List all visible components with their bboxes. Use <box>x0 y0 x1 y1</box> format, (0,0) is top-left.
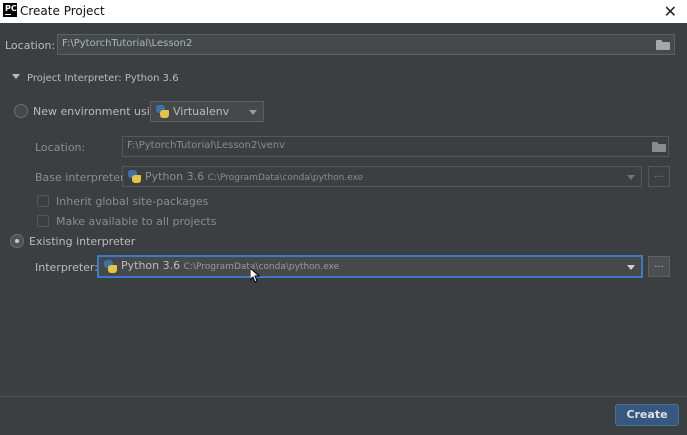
make-available-label[interactable]: Make available to all projects <box>56 215 216 228</box>
new-environment-radio[interactable] <box>14 104 28 118</box>
folder-icon[interactable] <box>652 142 666 152</box>
folder-icon[interactable] <box>656 40 670 50</box>
window-title: Create Project <box>20 4 105 18</box>
footer-divider <box>0 396 687 397</box>
venv-location-input[interactable]: F:\PytorchTutorial\Lesson2\venv <box>122 136 669 157</box>
environment-tool-select[interactable]: Virtualenv <box>150 101 264 122</box>
base-interpreter-label: Base interpreter: <box>35 171 129 184</box>
base-interpreter-name: Python 3.6 <box>145 170 205 183</box>
python-icon <box>128 170 141 183</box>
location-input[interactable]: F:\PytorchTutorial\Lesson2 <box>57 34 675 55</box>
new-environment-label[interactable]: New environment using <box>33 105 164 118</box>
close-icon[interactable]: ✕ <box>664 2 677 21</box>
venv-location-label: Location: <box>35 141 86 154</box>
base-interpreter-select[interactable]: Python 3.6 C:\ProgramData\conda\python.e… <box>122 166 642 187</box>
interpreter-path: C:\ProgramData\conda\python.exe <box>183 262 340 272</box>
environment-tool-value: Virtualenv <box>173 105 230 118</box>
chevron-down-icon <box>249 110 257 115</box>
existing-interpreter-radio[interactable] <box>10 234 24 248</box>
chevron-down-icon <box>627 175 635 180</box>
collapse-arrow-icon[interactable] <box>12 74 20 79</box>
venv-location-value: F:\PytorchTutorial\Lesson2\venv <box>127 140 286 151</box>
location-label: Location: <box>5 39 56 52</box>
inherit-packages-label[interactable]: Inherit global site-packages <box>56 195 208 208</box>
chevron-down-icon <box>627 265 635 270</box>
existing-interpreter-label[interactable]: Existing interpreter <box>29 235 135 248</box>
inherit-packages-checkbox[interactable] <box>37 195 49 207</box>
interpreter-browse-button[interactable]: ... <box>648 256 670 277</box>
interpreter-select[interactable]: Python 3.6 C:\ProgramData\conda\python.e… <box>97 255 643 278</box>
create-button[interactable]: Create <box>615 404 679 426</box>
base-interpreter-path: C:\ProgramData\conda\python.exe <box>207 173 364 183</box>
pycharm-logo-icon <box>3 3 17 17</box>
title-bar: Create Project ✕ <box>0 0 687 23</box>
location-value: F:\PytorchTutorial\Lesson2 <box>62 38 193 49</box>
interpreter-label: Interpreter: <box>35 261 98 274</box>
interpreter-section-title[interactable]: Project Interpreter: Python 3.6 <box>27 73 179 84</box>
python-icon <box>104 260 117 273</box>
python-icon <box>156 105 169 118</box>
make-available-checkbox[interactable] <box>37 215 49 227</box>
interpreter-name: Python 3.6 <box>121 259 181 272</box>
base-interpreter-browse-button[interactable]: ... <box>648 166 670 187</box>
